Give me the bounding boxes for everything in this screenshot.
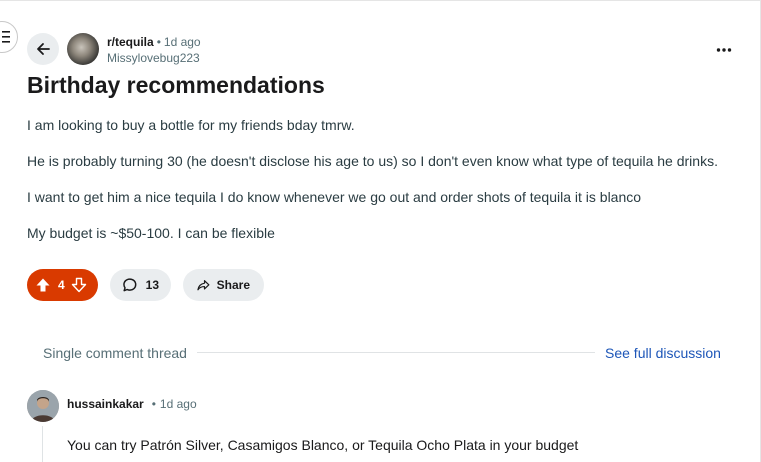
share-button[interactable]: Share xyxy=(183,269,264,301)
thread-divider xyxy=(197,352,595,353)
avatar-photo xyxy=(27,390,59,422)
comment-author-name[interactable]: hussainkakar xyxy=(67,397,144,411)
subreddit-name[interactable]: r/tequila xyxy=(107,35,154,49)
share-label: Share xyxy=(216,278,250,292)
see-full-discussion-link[interactable]: See full discussion xyxy=(605,345,721,361)
vote-control: 4 xyxy=(27,269,98,301)
comment-thread-line[interactable] xyxy=(42,426,43,462)
comment-author-avatar[interactable] xyxy=(27,390,59,422)
thread-label: Single comment thread xyxy=(43,345,187,361)
sidebar-menu-button[interactable] xyxy=(0,21,18,53)
post-body-paragraph: I am looking to buy a bottle for my frie… xyxy=(27,117,355,133)
back-button[interactable] xyxy=(27,33,59,65)
top-border xyxy=(0,0,761,1)
share-arrow-icon xyxy=(197,280,210,291)
vote-count: 4 xyxy=(58,278,65,292)
comment-bubble-icon xyxy=(123,278,137,292)
post-title: Birthday recommendations xyxy=(27,72,325,98)
post-body-paragraph: I want to get him a nice tequila I do kn… xyxy=(27,189,642,205)
hamburger-menu-icon xyxy=(2,31,10,43)
comments-button[interactable]: 13 xyxy=(110,269,171,301)
post-time: 1d ago xyxy=(163,35,201,49)
more-options-button[interactable] xyxy=(712,38,736,62)
post-meta: r/tequila • 1d ago xyxy=(107,35,201,49)
post-body-paragraph: My budget is ~$50-100. I can be flexible xyxy=(27,225,275,241)
meta-separator: • xyxy=(156,35,161,49)
comment-meta-separator: • xyxy=(151,397,156,411)
post-author[interactable]: Missylovebug223 xyxy=(107,51,200,65)
downvote-arrow-icon[interactable] xyxy=(71,277,87,293)
comment-text: You can try Patrón Silver, Casamigos Bla… xyxy=(67,437,579,453)
back-arrow-icon xyxy=(37,43,50,55)
more-options-icon xyxy=(716,48,732,52)
subreddit-avatar[interactable] xyxy=(67,33,99,65)
comment-count: 13 xyxy=(145,278,159,292)
comment-time: 1d ago xyxy=(159,397,197,411)
comment-meta: hussainkakar • 1d ago xyxy=(67,397,197,411)
upvote-arrow-icon[interactable] xyxy=(35,277,51,293)
post-body-paragraph: He is probably turning 30 (he doesn't di… xyxy=(27,153,718,169)
